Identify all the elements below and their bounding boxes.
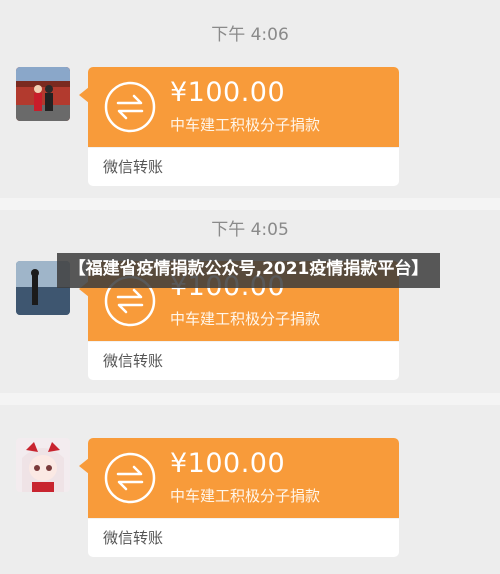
transfer-card-header: ¥100.00 中车建工积极分子捐款 <box>79 438 399 518</box>
divider <box>0 198 500 210</box>
transfer-card[interactable]: ¥100.00 中车建工积极分子捐款 微信转账 <box>79 438 399 557</box>
timestamp: 下午 4:06 <box>211 25 289 45</box>
chat-screen: 下午 4:06 ¥100.00 中车建工积极分子捐款 微信转账 下午 4:05 <box>0 0 500 574</box>
transfer-amount: ¥100.00 <box>170 448 286 479</box>
transfer-amount: ¥100.00 <box>170 77 286 108</box>
timestamp: 下午 4:05 <box>211 220 289 240</box>
transfer-card[interactable]: ¥100.00 中车建工积极分子捐款 微信转账 <box>79 67 399 186</box>
transfer-card-header: ¥100.00 中车建工积极分子捐款 <box>79 67 399 147</box>
divider <box>0 393 500 405</box>
transfer-arrows-icon <box>104 452 156 504</box>
transfer-footer-label: 微信转账 <box>88 341 399 380</box>
transfer-footer-label: 微信转账 <box>88 147 399 186</box>
transfer-footer-label: 微信转账 <box>88 518 399 557</box>
transfer-description: 中车建工积极分子捐款 <box>170 487 321 505</box>
overlay-caption: 【福建省疫情捐款公众号,2021疫情捐款平台】 <box>57 253 440 288</box>
avatar[interactable] <box>16 67 70 121</box>
avatar[interactable] <box>16 438 70 492</box>
transfer-description: 中车建工积极分子捐款 <box>170 310 321 328</box>
transfer-description: 中车建工积极分子捐款 <box>170 116 321 134</box>
transfer-arrows-icon <box>104 81 156 133</box>
